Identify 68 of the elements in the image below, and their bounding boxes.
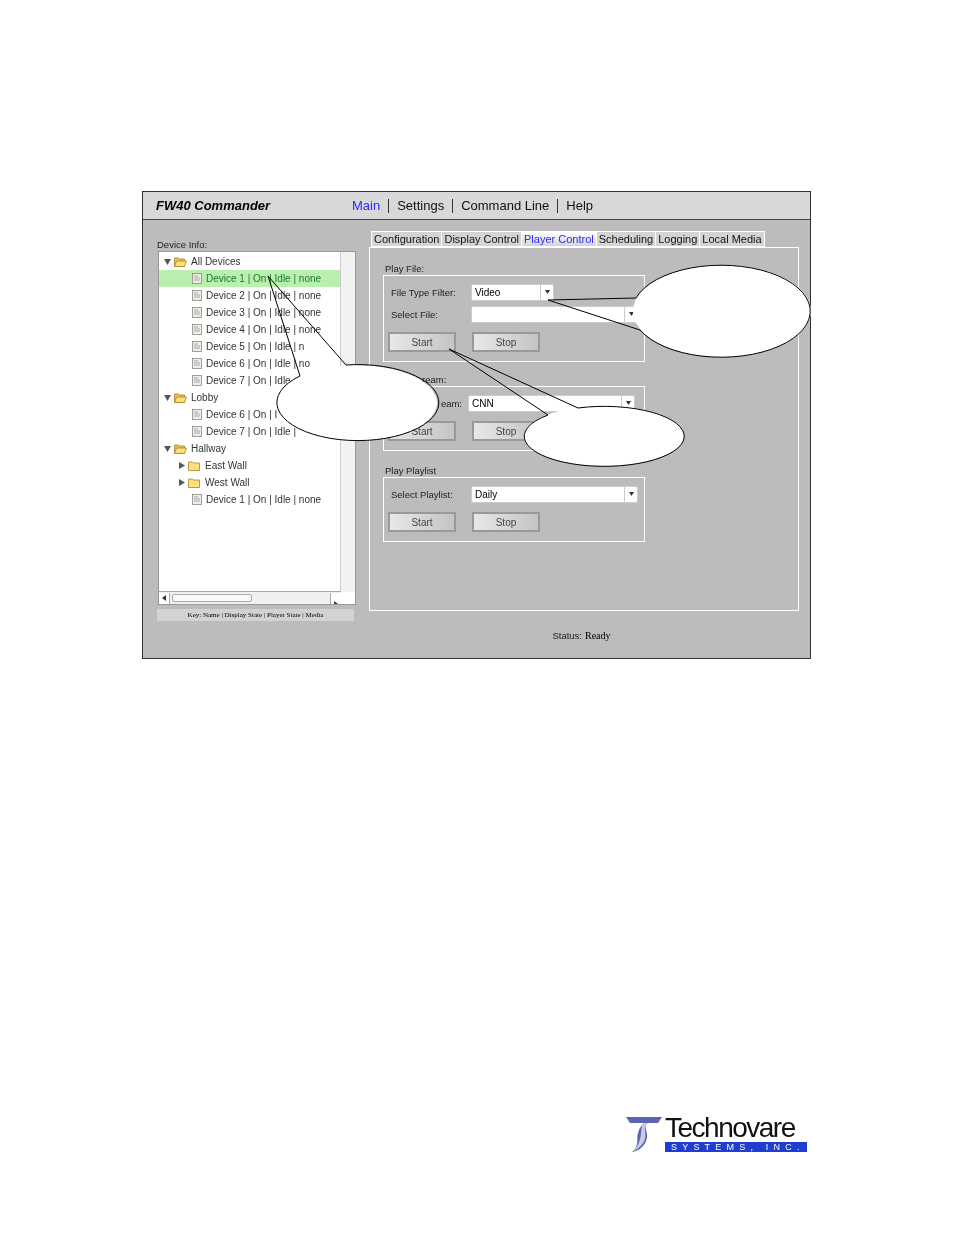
document-icon xyxy=(192,426,202,437)
dropdown[interactable]: Daily xyxy=(471,485,638,503)
open-folder-icon xyxy=(174,256,187,267)
tree-item[interactable]: Lobby xyxy=(159,389,341,406)
document-icon xyxy=(192,341,202,352)
action-button[interactable]: Start xyxy=(388,512,456,532)
menu-link[interactable]: Main xyxy=(352,198,389,213)
tab[interactable]: Configuration xyxy=(372,232,442,246)
group-label: Play File: xyxy=(385,263,426,275)
tree-item[interactable]: All Devices xyxy=(159,253,341,270)
document-icon xyxy=(192,375,202,386)
tab[interactable]: Logging xyxy=(656,232,700,246)
tree-item[interactable]: Hallway xyxy=(159,440,341,457)
group-label: Play Playlist xyxy=(385,465,438,477)
open-folder-icon xyxy=(174,443,187,454)
menu-link[interactable]: Command Line xyxy=(452,198,558,213)
toggle-icon[interactable] xyxy=(178,479,185,486)
tab[interactable]: Player Control xyxy=(522,232,596,246)
field-label: Select Playlist: xyxy=(390,488,454,500)
field-label: Select File: xyxy=(390,308,439,320)
tree-item[interactable]: Device 1 | On | Idle | none xyxy=(159,491,341,508)
tab[interactable]: Local Media xyxy=(700,232,764,246)
tree-item[interactable]: Device 6 | On | Idle | no xyxy=(159,355,341,372)
dropdown[interactable] xyxy=(471,305,638,323)
brand-name: Technovare xyxy=(665,1114,796,1142)
tab[interactable]: Scheduling xyxy=(596,232,656,246)
toggle-icon[interactable] xyxy=(164,445,171,452)
tree-item[interactable]: Device 5 | On | Idle | n xyxy=(159,338,341,355)
document-icon xyxy=(192,273,202,284)
dropdown[interactable]: Video xyxy=(471,283,554,301)
document-icon xyxy=(192,409,202,420)
action-button[interactable]: Start xyxy=(388,332,456,352)
document-icon xyxy=(192,324,202,335)
toggle-icon[interactable] xyxy=(164,258,171,265)
folder-icon xyxy=(188,460,201,471)
window-title: FW40 Commander xyxy=(156,198,272,213)
caret-icon xyxy=(544,290,550,294)
folder-icon xyxy=(188,477,201,488)
field-label: File Type Filter: xyxy=(390,286,457,298)
action-button[interactable]: Stop xyxy=(472,332,540,352)
scroll-left-icon[interactable] xyxy=(162,595,166,601)
tree-item[interactable]: Device 1 | On | Idle | none xyxy=(159,270,341,287)
tree-item[interactable]: Device 7 | On | Idle | xyxy=(159,423,341,440)
action-button[interactable]: Stop xyxy=(472,512,540,532)
menu-link[interactable]: Settings xyxy=(388,198,453,213)
panel-label: Device Info: xyxy=(157,239,209,251)
brand-tagline: SYSTEMS, INC. xyxy=(665,1142,807,1152)
status-label: Status: xyxy=(552,630,582,641)
tree-item[interactable]: East Wall xyxy=(159,457,341,474)
caret-icon xyxy=(628,492,634,496)
field-label: eam: xyxy=(439,397,463,409)
logo-icon xyxy=(624,1115,664,1153)
tree-item[interactable]: Device 7 | On | Idle xyxy=(159,372,341,389)
tree-item[interactable]: West Wall xyxy=(159,474,341,491)
status-text: Ready xyxy=(585,630,611,641)
document-icon xyxy=(192,307,202,318)
document-icon xyxy=(192,290,202,301)
tree-item[interactable]: Device 6 | On | I xyxy=(159,406,341,423)
document-icon xyxy=(192,494,202,505)
menu-link[interactable]: Help xyxy=(557,198,602,213)
caret-icon xyxy=(628,312,634,316)
horizontal-scrollbar[interactable] xyxy=(159,591,341,604)
document-icon xyxy=(192,358,202,369)
toggle-icon[interactable] xyxy=(164,394,171,401)
group-label: ream: xyxy=(422,374,448,386)
toggle-icon[interactable] xyxy=(178,462,185,469)
open-folder-icon xyxy=(174,392,187,403)
tab[interactable]: Display Control xyxy=(442,232,522,246)
